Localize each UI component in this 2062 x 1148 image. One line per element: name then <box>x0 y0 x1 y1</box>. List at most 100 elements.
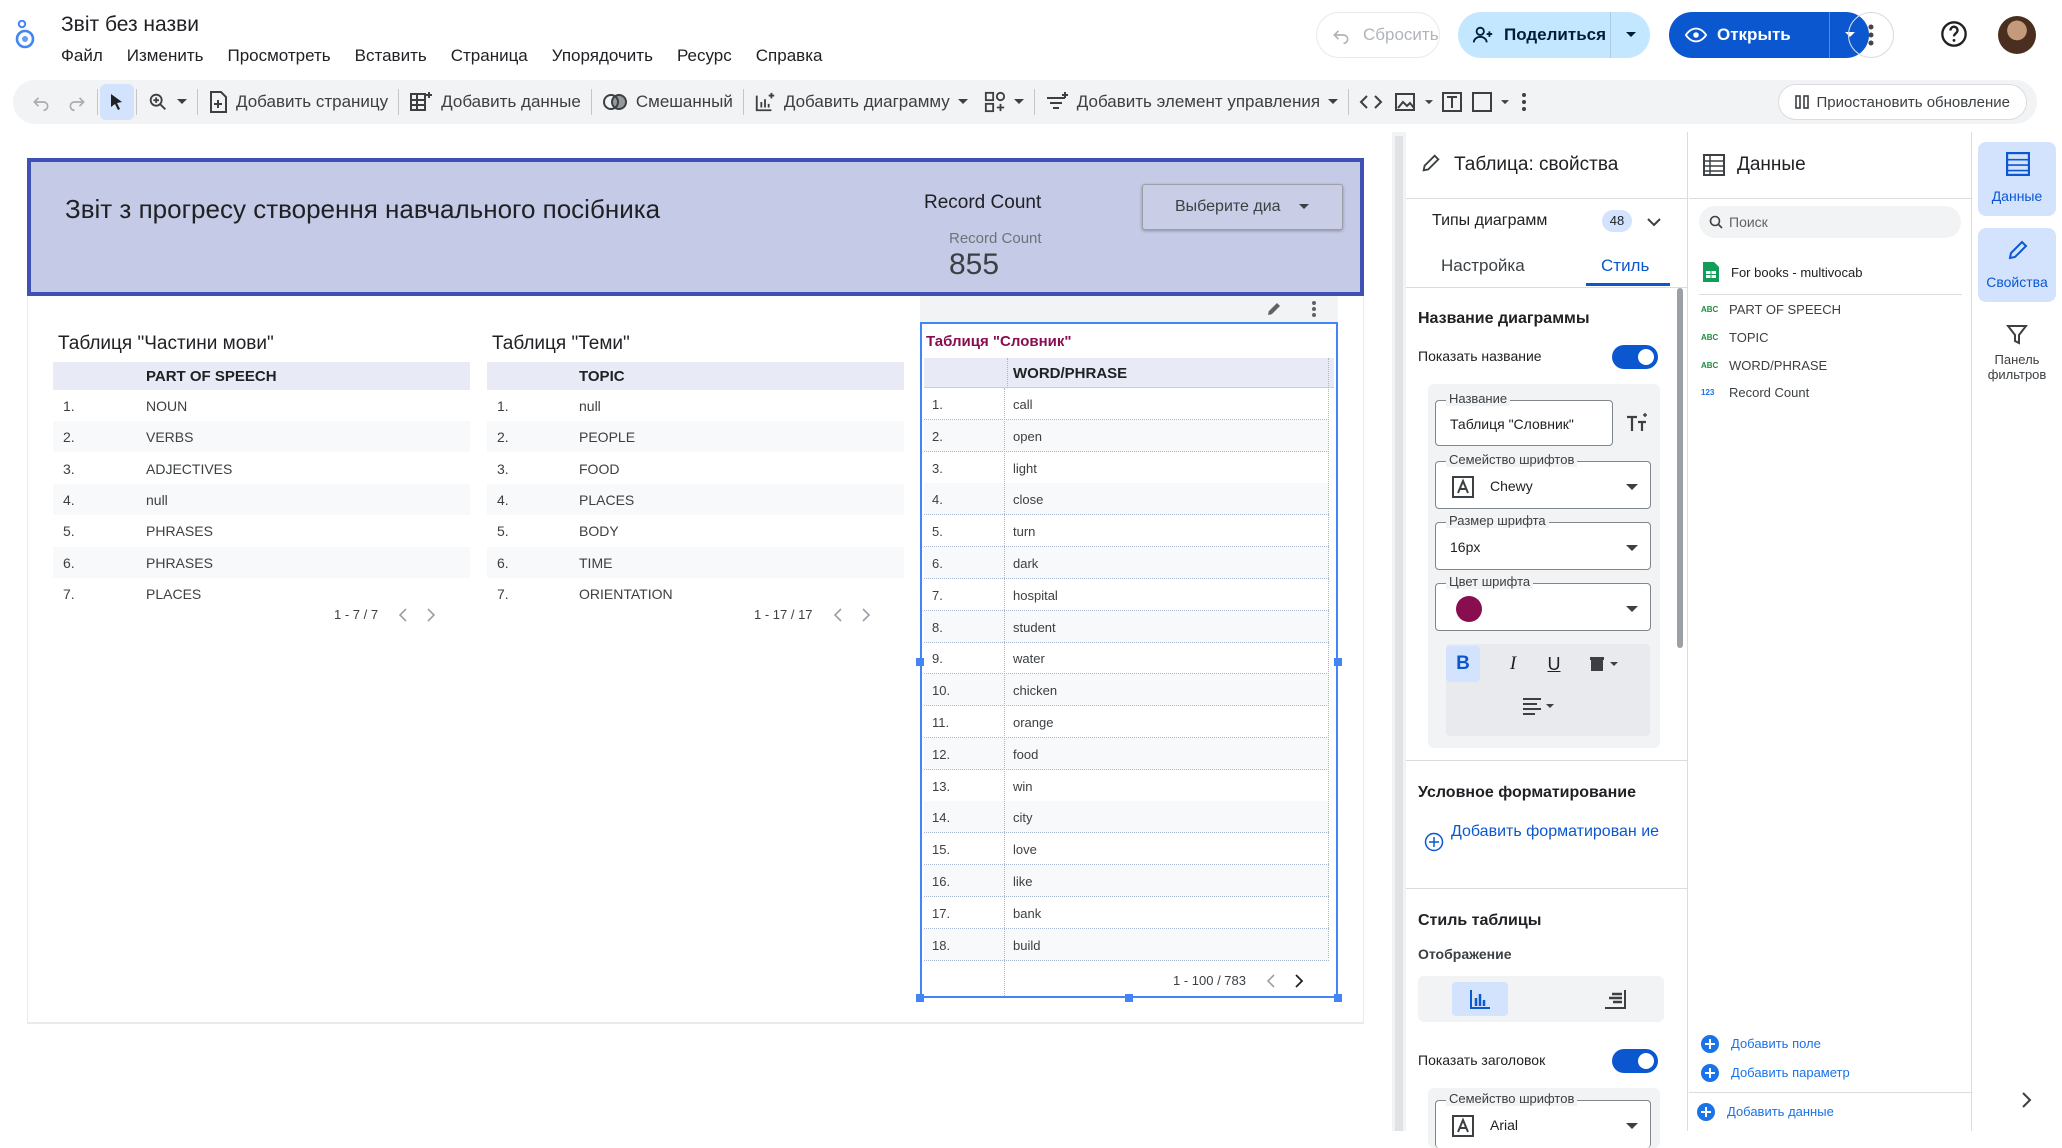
properties-scrollbar[interactable] <box>1677 288 1683 648</box>
open-button[interactable]: Открыть <box>1669 12 1869 58</box>
resize-handle-bottom-right[interactable] <box>1334 994 1342 1002</box>
menu-file[interactable]: Файл <box>61 46 103 66</box>
redo-button[interactable] <box>59 84 95 120</box>
menu-arrange[interactable]: Упорядочить <box>552 46 653 66</box>
table-row[interactable]: 3. FOOD <box>487 453 904 484</box>
add-control-button[interactable]: Добавить элемент управления <box>1037 84 1346 120</box>
blend-button[interactable]: Смешанный <box>594 84 741 120</box>
panel-splitter[interactable] <box>1392 132 1406 1131</box>
insert-image-button[interactable] <box>1391 84 1437 120</box>
share-button[interactable]: Поделиться <box>1458 12 1650 58</box>
field-record-count[interactable]: 123 Record Count <box>1701 385 1809 400</box>
reset-button[interactable]: Сбросить <box>1316 12 1440 58</box>
field-part-of-speech[interactable]: ABC PART OF SPEECH <box>1701 302 1841 317</box>
menu-resource[interactable]: Ресурс <box>677 46 732 66</box>
chevron-left-icon[interactable] <box>1266 973 1275 988</box>
table-row[interactable]: 18. build <box>924 928 1329 961</box>
undo-button[interactable] <box>23 84 59 120</box>
add-data-button[interactable]: Добавить данные <box>401 84 589 120</box>
table-row[interactable]: 6. TIME <box>487 546 904 578</box>
add-field-link[interactable]: Добавить поле <box>1731 1036 1821 1051</box>
add-data-link[interactable]: Добавить данные <box>1727 1104 1834 1119</box>
table-row[interactable]: 5. turn <box>924 515 1329 548</box>
table-row[interactable]: 9. water <box>924 642 1329 675</box>
align-icon[interactable] <box>1522 697 1556 715</box>
background-color-icon[interactable] <box>1590 656 1620 672</box>
font-size-select[interactable]: Размер шрифта 16px <box>1435 513 1651 570</box>
menu-help[interactable]: Справка <box>756 46 823 66</box>
table-row[interactable]: 7. PLACES <box>53 578 470 609</box>
table-row[interactable]: 5. PHRASES <box>53 515 470 546</box>
share-dropdown-arrow-icon[interactable] <box>1610 12 1650 58</box>
help-icon[interactable] <box>1940 20 1968 48</box>
chevron-right-icon[interactable] <box>1295 973 1304 988</box>
shape-button[interactable] <box>1467 84 1513 120</box>
chart-selector-dropdown[interactable]: Выберите диа <box>1142 184 1343 230</box>
tab-setup[interactable]: Настройка <box>1441 256 1525 276</box>
field-topic[interactable]: ABC TOPIC <box>1701 330 1769 345</box>
search-input[interactable]: Поиск <box>1699 206 1961 238</box>
add-circle-icon[interactable] <box>1701 1035 1719 1053</box>
table-dict-header[interactable]: WORD/PHRASE <box>924 358 1334 388</box>
table-row[interactable]: 17. bank <box>924 897 1329 929</box>
chevron-right-icon[interactable] <box>2022 1092 2032 1108</box>
chevron-left-icon[interactable] <box>833 607 842 622</box>
table-row[interactable]: 1. call <box>924 388 1329 420</box>
font-family-select[interactable]: Семейство шрифтов Chewy <box>1435 452 1651 509</box>
rail-data-tab[interactable]: Данные <box>1978 142 2056 216</box>
embed-code-button[interactable] <box>1351 84 1391 120</box>
table-row[interactable]: 2. PEOPLE <box>487 421 904 453</box>
rail-filters-tab[interactable]: Панель фильтров <box>1978 318 2056 402</box>
text-size-icon[interactable] <box>1625 412 1649 434</box>
more-options-icon[interactable] <box>1848 12 1894 58</box>
rail-properties-tab[interactable]: Свойства <box>1978 228 2056 302</box>
scorecard-value[interactable]: 855 <box>949 248 999 282</box>
text-box-button[interactable] <box>1437 84 1467 120</box>
font-color-select[interactable]: Цвет шрифта <box>1435 574 1651 631</box>
menu-page[interactable]: Страница <box>451 46 528 66</box>
toolbar-more-icon[interactable] <box>1513 84 1535 120</box>
add-circle-icon[interactable] <box>1701 1064 1719 1082</box>
add-formatting-link[interactable]: Добавить форматирован ие <box>1450 818 1660 845</box>
table-row[interactable]: 1. null <box>487 390 904 421</box>
table-row[interactable]: 2. open <box>924 419 1329 452</box>
add-circle-icon[interactable] <box>1697 1103 1715 1121</box>
add-parameter-link[interactable]: Добавить параметр <box>1731 1065 1850 1080</box>
bold-icon[interactable]: B <box>1446 646 1480 682</box>
table-row[interactable]: 3. light <box>924 452 1329 484</box>
show-title-toggle[interactable] <box>1612 345 1658 369</box>
edit-pencil-icon[interactable] <box>1265 300 1283 318</box>
table-row[interactable]: 6. PHRASES <box>53 546 470 578</box>
table-row[interactable]: 4. null <box>53 483 470 515</box>
doc-title[interactable]: Звіт без назви <box>61 13 199 37</box>
tab-style[interactable]: Стиль <box>1601 256 1649 276</box>
chart-types-label[interactable]: Типы диаграмм <box>1432 212 1547 230</box>
table-row[interactable]: 4. PLACES <box>487 483 904 515</box>
resize-handle-left[interactable] <box>916 658 924 666</box>
data-source-name[interactable]: For books - multivocab <box>1731 265 1863 280</box>
table-row[interactable]: 11. orange <box>924 706 1329 738</box>
table-row[interactable]: 7. hospital <box>924 579 1329 611</box>
add-chart-button[interactable]: Добавить диаграмму <box>746 84 976 120</box>
chevron-right-icon[interactable] <box>861 607 871 622</box>
table-row[interactable]: 14. city <box>924 801 1329 834</box>
table-row[interactable]: 8. student <box>924 610 1329 643</box>
show-header-toggle[interactable] <box>1612 1049 1658 1073</box>
table-row[interactable]: 16. like <box>924 865 1329 897</box>
table-pos-header[interactable]: PART OF SPEECH <box>53 362 470 390</box>
header-font-family-select[interactable]: Семейство шрифтов Arial <box>1435 1091 1651 1148</box>
looker-studio-logo-icon[interactable] <box>14 20 36 50</box>
horizontal-bar-icon[interactable] <box>1604 989 1626 1009</box>
report-title[interactable]: Звіт з прогресу створення навчального по… <box>65 194 660 225</box>
menu-insert[interactable]: Вставить <box>355 46 427 66</box>
community-viz-button[interactable] <box>976 84 1032 120</box>
resize-handle-bottom-left[interactable] <box>916 994 924 1002</box>
table-row[interactable]: 13. win <box>924 770 1329 802</box>
table-row[interactable]: 2. VERBS <box>53 421 470 453</box>
resize-handle-bottom[interactable] <box>1125 994 1133 1002</box>
table-row[interactable]: 12. food <box>924 737 1329 770</box>
zoom-button[interactable] <box>139 84 195 120</box>
menu-edit[interactable]: Изменить <box>127 46 204 66</box>
pause-updates-button[interactable]: Приостановить обновление <box>1777 84 2027 120</box>
chevron-left-icon[interactable] <box>398 607 407 622</box>
